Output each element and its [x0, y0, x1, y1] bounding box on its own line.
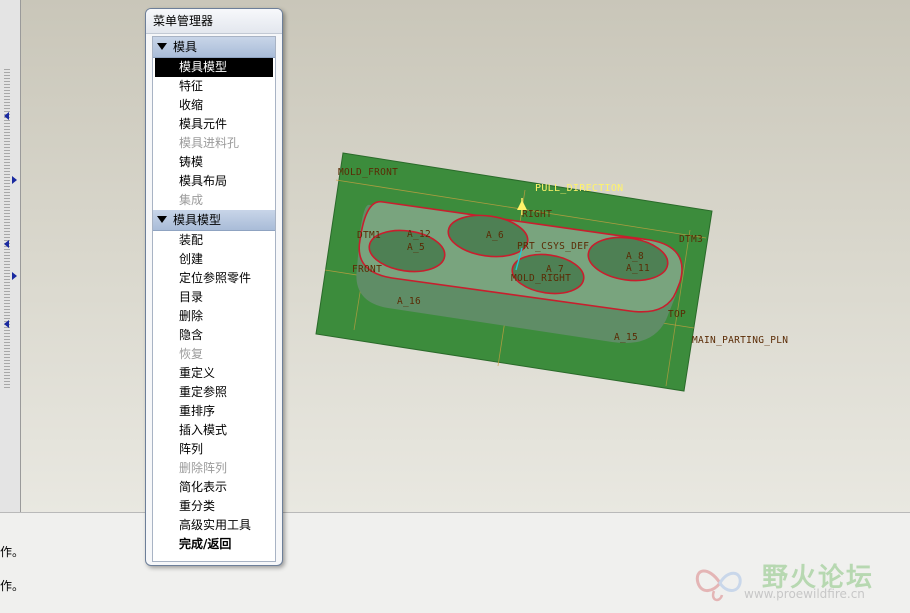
message-line-2: 作。 [0, 579, 25, 593]
label-main-parting-pln: MAIN_PARTING_PLN [692, 335, 788, 346]
menu-item-delete-pattern: 删除阵列 [179, 461, 228, 475]
menu-item-resume: 恢复 [179, 347, 204, 361]
menu-item-mold-sprue: 模具进料孔 [179, 136, 240, 150]
forum-watermark: 野火论坛 www.proewildfire.cn [692, 557, 892, 609]
menu-manager-title[interactable]: 菜单管理器 [146, 9, 282, 34]
menu-item-shrinkage[interactable]: 收缩 [153, 96, 275, 115]
menu-item-reroute[interactable]: 重定参照 [153, 383, 275, 402]
menu-item-locate-ref-part[interactable]: 定位参照零件 [153, 269, 275, 288]
label-top: TOP [668, 309, 686, 320]
menu-item-integrate: 集成 [179, 193, 204, 207]
watermark-url: www.proewildfire.cn [744, 587, 865, 601]
menu-item-pattern[interactable]: 阵列 [153, 440, 275, 459]
label-mold-right: MOLD_RIGHT [511, 273, 571, 284]
menu-item-delete[interactable]: 删除 [153, 307, 275, 326]
message-line-1: 作。 [0, 545, 25, 559]
menu-item-redefine[interactable]: 重定义 [153, 364, 275, 383]
triangle-down-icon [157, 216, 167, 223]
menu-item-molding[interactable]: 铸模 [153, 153, 275, 172]
label-prt-csys: PRT_CSYS_DEF [517, 241, 589, 252]
message-area: 作。 作。 野火论坛 www.proewildfire.cn [0, 512, 910, 613]
triangle-down-icon [157, 43, 167, 50]
menu-manager[interactable]: 菜单管理器 模具 模具模型 特征 收缩 模具元件 模具进料孔 铸模 模具布局 集… [145, 8, 283, 566]
menu-item-mold-model[interactable]: 模具模型 [155, 58, 273, 77]
menu-item-advanced-utilities[interactable]: 高级实用工具 [153, 516, 275, 535]
label-dtm3: DTM3 [679, 234, 703, 245]
label-a15: A_15 [614, 332, 638, 343]
menu-item-mold-component[interactable]: 模具元件 [153, 115, 275, 134]
menu-body: 模具 模具模型 特征 收缩 模具元件 模具进料孔 铸模 模具布局 集成 模具模型… [152, 36, 276, 562]
label-a5: A_5 [407, 242, 425, 253]
label-mold-front: MOLD_FRONT [338, 167, 398, 178]
label-dtm1: DTM1 [357, 230, 381, 241]
menu-item-reorder[interactable]: 重排序 [153, 402, 275, 421]
menu-item-suppress[interactable]: 隐含 [153, 326, 275, 345]
label-front: FRONT [352, 264, 382, 275]
section-header-label: 模具模型 [173, 213, 222, 227]
menu-item-simplified-rep[interactable]: 简化表示 [153, 478, 275, 497]
section-header-mold[interactable]: 模具 [153, 37, 275, 58]
label-a11: A_11 [626, 263, 650, 274]
menu-item-assemble[interactable]: 装配 [153, 231, 275, 250]
label-right: RIGHT [522, 209, 552, 220]
graphics-window[interactable]: MOLD_FRONT PULL_DIRECTION RIGHT DTM1 A_1… [0, 0, 910, 512]
label-pull-direction: PULL_DIRECTION [535, 183, 624, 194]
menu-item-insert-mode[interactable]: 插入模式 [153, 421, 275, 440]
section-header-mold-model[interactable]: 模具模型 [153, 210, 275, 231]
menu-item-done-return[interactable]: 完成/返回 [153, 535, 275, 554]
section-header-label: 模具 [173, 40, 198, 54]
label-a16: A_16 [397, 296, 421, 307]
menu-item-reclassify[interactable]: 重分类 [153, 497, 275, 516]
mold-model-view[interactable]: MOLD_FRONT PULL_DIRECTION RIGHT DTM1 A_1… [0, 0, 910, 512]
menu-item-create[interactable]: 创建 [153, 250, 275, 269]
butterfly-logo-icon [695, 569, 742, 602]
label-a12: A_12 [407, 229, 431, 240]
label-a6: A_6 [486, 230, 504, 241]
label-a8: A_8 [626, 251, 644, 262]
menu-item-feature[interactable]: 特征 [153, 77, 275, 96]
menu-item-mold-layout[interactable]: 模具布局 [153, 172, 275, 191]
menu-item-catalog[interactable]: 目录 [153, 288, 275, 307]
